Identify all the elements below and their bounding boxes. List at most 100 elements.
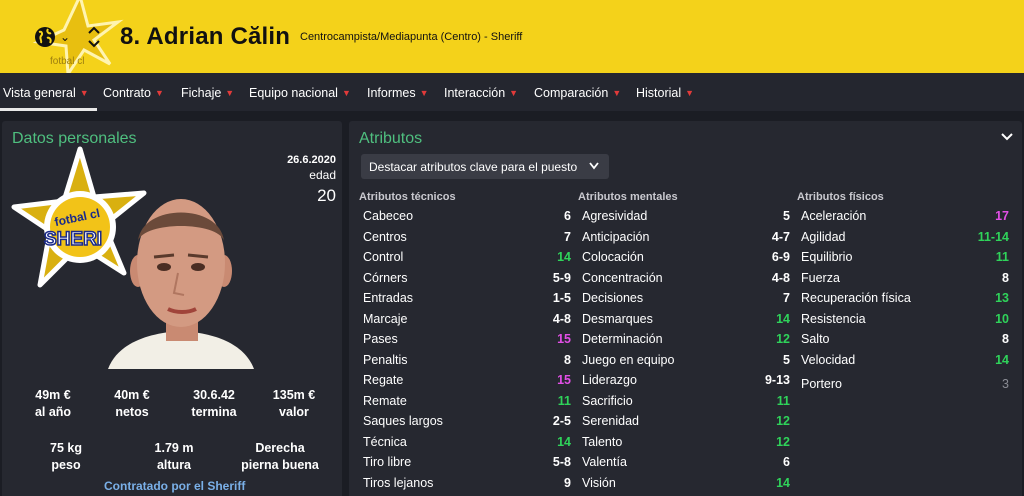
attribute-value: 11 xyxy=(995,250,1009,264)
stat-contract-end: 30.6.42 termina xyxy=(191,388,237,419)
chevron-down-icon: ▼ xyxy=(685,88,695,98)
attribute-name: Tiro libre xyxy=(363,455,412,469)
attribute-value: 11 xyxy=(776,393,790,408)
highlight-key-attributes-dropdown[interactable]: Destacar atributos clave para el puesto xyxy=(361,154,609,179)
attribute-row[interactable]: Visión 14 xyxy=(582,476,790,496)
attribute-row[interactable]: Concentración 4-8 xyxy=(582,271,790,291)
attribute-row[interactable]: Córners 5-9 xyxy=(363,271,571,291)
prev-next-arrows-icon[interactable] xyxy=(86,23,102,51)
attribute-name: Liderazgo xyxy=(582,373,637,387)
attribute-name: Marcaje xyxy=(363,311,408,326)
attribute-row[interactable]: Sacrificio 11 xyxy=(582,394,790,414)
attribute-row[interactable]: Tiro libre 5-8 xyxy=(363,455,571,475)
attribute-row[interactable]: Determinación 12 xyxy=(582,332,790,352)
attribute-value: 5 xyxy=(783,209,790,223)
attribute-row[interactable]: Remate 11 xyxy=(363,394,571,414)
attribute-row[interactable]: Agilidad 11-14 xyxy=(801,230,1009,250)
attribute-value: 4-8 xyxy=(552,311,571,326)
chevron-down-icon xyxy=(589,162,599,170)
attribute-row[interactable]: Control 14 xyxy=(363,250,571,270)
attribute-value: 2-5 xyxy=(552,414,571,428)
attribute-row[interactable]: Saques largos 2-5 xyxy=(363,414,571,434)
attribute-row[interactable]: Agresividad 5 xyxy=(582,209,790,229)
attribute-name: Velocidad xyxy=(801,352,856,367)
chevron-down-icon[interactable]: ⌄ xyxy=(60,30,70,44)
chevron-down-icon: ▼ xyxy=(154,88,164,98)
attribute-value: 13 xyxy=(995,291,1009,305)
attribute-row[interactable]: Valentía 6 xyxy=(582,455,790,475)
tab-comparacion[interactable]: Comparación ▼ xyxy=(534,86,621,100)
attribute-name: Equilibrio xyxy=(801,250,853,264)
tab-informes[interactable]: Informes ▼ xyxy=(367,86,429,100)
attribute-row[interactable]: Pases 15 xyxy=(363,332,571,352)
attribute-value: 5-8 xyxy=(552,455,571,469)
attribute-row[interactable]: Técnica 14 xyxy=(363,435,571,455)
stat-height: 1.79 m altura xyxy=(154,441,194,472)
attribute-value: 12 xyxy=(776,414,790,428)
attribute-row[interactable]: Talento 12 xyxy=(582,435,790,455)
svg-text:fotbal cl: fotbal cl xyxy=(50,56,84,67)
globe-icon[interactable] xyxy=(33,25,57,49)
stat-value: 135m € valor xyxy=(272,388,316,419)
attribute-value: 6-9 xyxy=(771,250,790,264)
mental-attributes-header: Atributos mentales xyxy=(578,191,678,203)
stat-wage-year: 49m € al año xyxy=(34,388,72,419)
attribute-name: Desmarques xyxy=(582,311,653,326)
attribute-name: Decisiones xyxy=(582,291,644,305)
age-label: edad xyxy=(309,168,336,182)
attribute-row[interactable]: Juego en equipo 5 xyxy=(582,353,790,373)
attribute-value: 9-13 xyxy=(764,373,790,387)
attribute-row[interactable]: Tiros lejanos 9 xyxy=(363,476,571,496)
chevron-down-icon: ▼ xyxy=(509,88,519,98)
attribute-value: 1-5 xyxy=(552,291,571,305)
attribute-value: 11-14 xyxy=(977,229,1009,244)
tab-vista-general[interactable]: Vista general ▼ xyxy=(3,86,89,100)
attribute-name: Centros xyxy=(363,229,407,244)
attribute-row[interactable]: Anticipación 4-7 xyxy=(582,230,790,250)
attribute-row-goalkeeper[interactable]: Portero 3 xyxy=(801,377,1009,397)
attribute-value: 14 xyxy=(995,352,1009,367)
player-header: fotbal cl ⌄ 8. Adrian Călin Centrocampis… xyxy=(0,0,1024,73)
attribute-row[interactable]: Fuerza 8 xyxy=(801,271,1009,291)
attribute-name: Fuerza xyxy=(801,270,840,285)
collapse-chevron-icon[interactable] xyxy=(1000,130,1014,144)
attribute-value: 8 xyxy=(1002,270,1009,285)
attribute-row[interactable]: Equilibrio 11 xyxy=(801,250,1009,270)
attribute-row[interactable]: Entradas 1-5 xyxy=(363,291,571,311)
attribute-name: Portero xyxy=(801,377,842,391)
attribute-row[interactable]: Marcaje 4-8 xyxy=(363,312,571,332)
attribute-row[interactable]: Decisiones 7 xyxy=(582,291,790,311)
tab-interaccion[interactable]: Interacción ▼ xyxy=(444,86,518,100)
attribute-row[interactable]: Velocidad 14 xyxy=(801,353,1009,373)
player-photo xyxy=(108,199,254,369)
attribute-row[interactable]: Serenidad 12 xyxy=(582,414,790,434)
attribute-row[interactable]: Regate 15 xyxy=(363,373,571,393)
attribute-value: 14 xyxy=(776,475,790,490)
attribute-row[interactable]: Centros 7 xyxy=(363,230,571,250)
attribute-row[interactable]: Aceleración 17 xyxy=(801,209,1009,229)
physical-attributes-header: Atributos físicos xyxy=(797,191,884,203)
attribute-row[interactable]: Desmarques 14 xyxy=(582,312,790,332)
attribute-row[interactable]: Cabeceo 6 xyxy=(363,209,571,229)
attribute-name: Remate xyxy=(363,393,407,408)
contracted-by-club-link[interactable]: Contratado por el Sheriff xyxy=(104,479,245,493)
attribute-row[interactable]: Salto 8 xyxy=(801,332,1009,352)
attribute-name: Juego en equipo xyxy=(582,352,675,367)
attribute-row[interactable]: Recuperación física 13 xyxy=(801,291,1009,311)
attribute-row[interactable]: Liderazgo 9-13 xyxy=(582,373,790,393)
attribute-row[interactable]: Colocación 6-9 xyxy=(582,250,790,270)
attribute-name: Visión xyxy=(582,475,616,490)
attribute-row[interactable]: Resistencia 10 xyxy=(801,312,1009,332)
attribute-row[interactable]: Penaltis 8 xyxy=(363,353,571,373)
tab-historial[interactable]: Historial ▼ xyxy=(636,86,694,100)
technical-attributes-header: Atributos técnicos xyxy=(359,191,456,203)
attribute-value: 17 xyxy=(995,209,1009,223)
tab-equipo-nacional[interactable]: Equipo nacional ▼ xyxy=(249,86,351,100)
attribute-value: 9 xyxy=(564,475,571,490)
tab-contrato[interactable]: Contrato ▼ xyxy=(103,86,164,100)
attribute-name: Penaltis xyxy=(363,352,408,367)
chevron-down-icon: ▼ xyxy=(341,88,351,98)
age-value: 20 xyxy=(317,186,336,205)
tab-fichaje[interactable]: Fichaje ▼ xyxy=(181,86,234,100)
attribute-name: Recuperación física xyxy=(801,291,911,305)
